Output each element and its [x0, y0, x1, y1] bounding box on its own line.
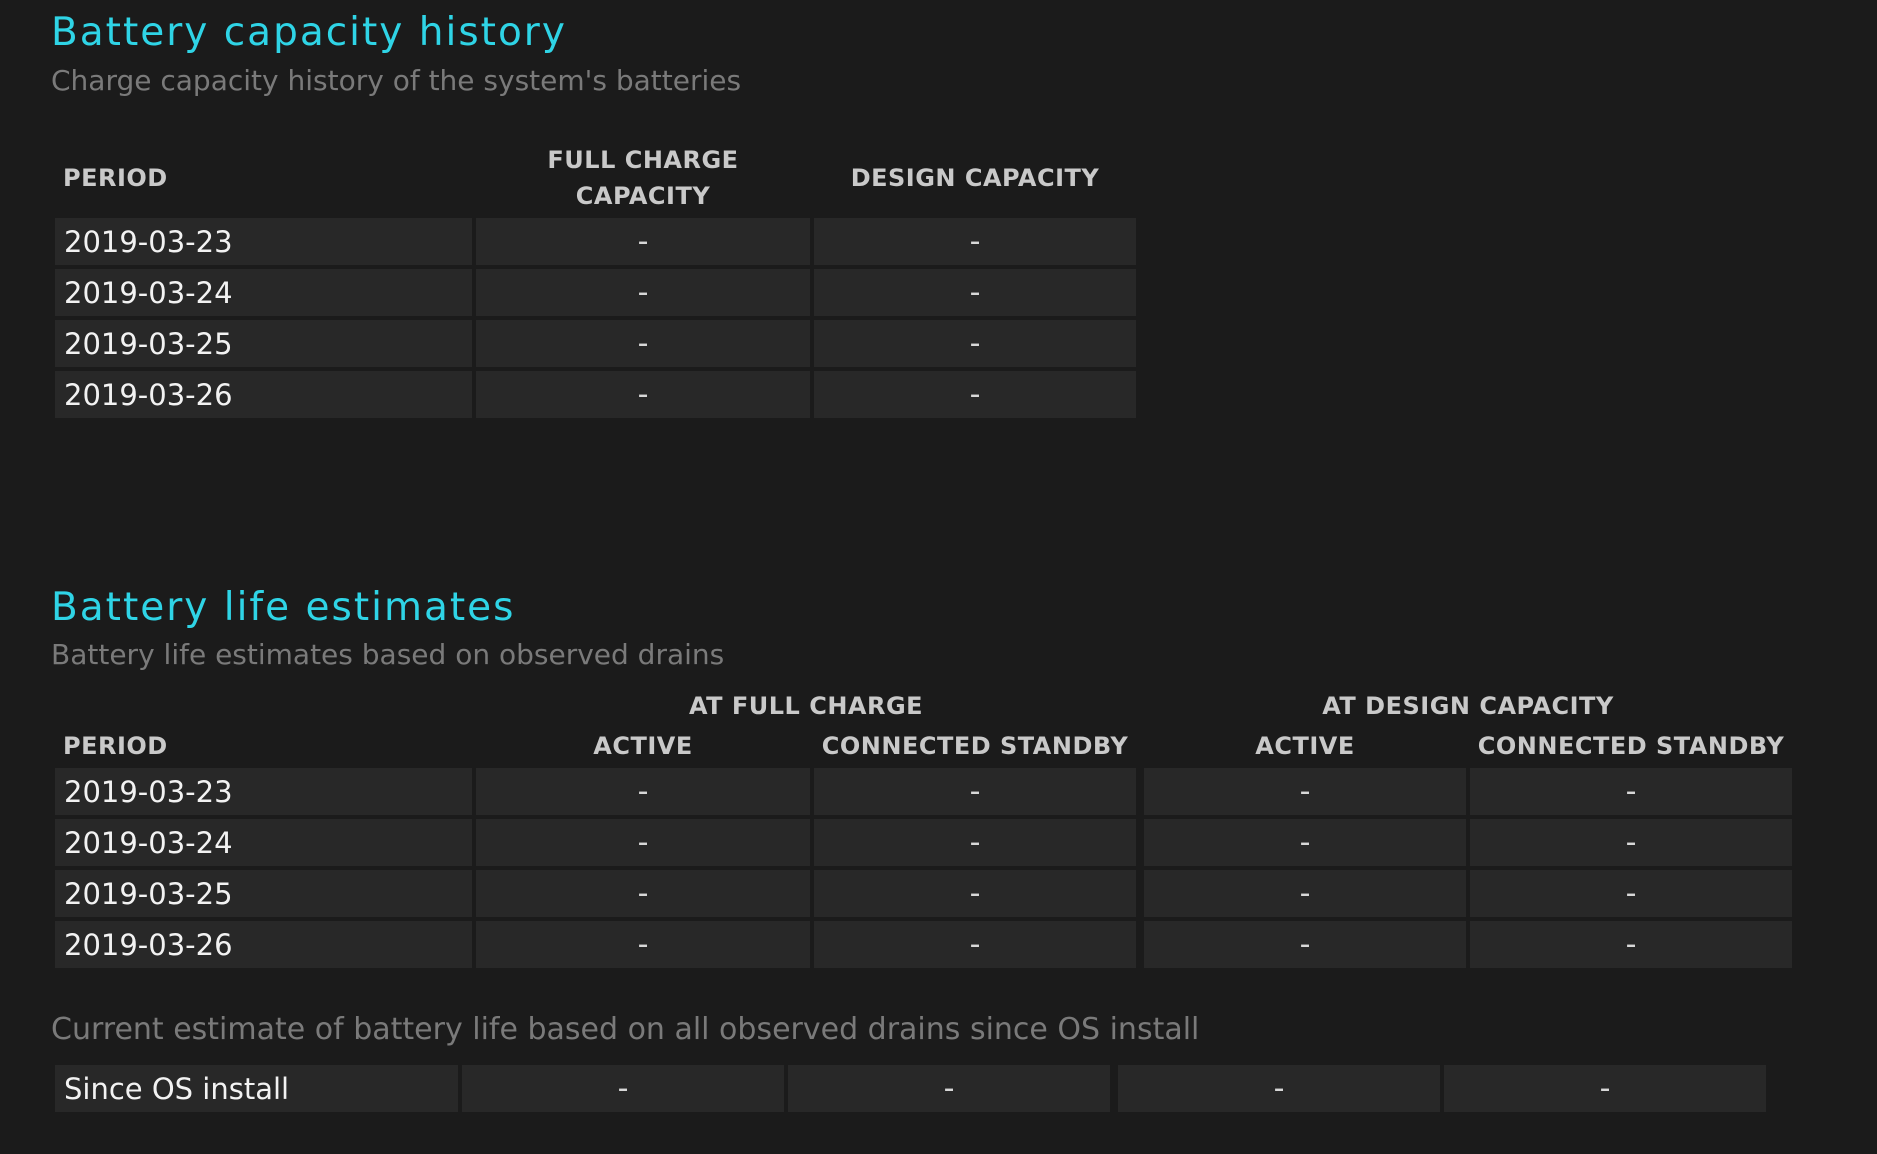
design-capacity-cell: -: [814, 218, 1136, 265]
fc-active-cell: -: [476, 768, 810, 815]
full-charge-cell: -: [476, 371, 810, 418]
battery-report-page: Battery capacity history Charge capacity…: [0, 0, 1877, 1154]
full-charge-cell: -: [476, 320, 810, 367]
table-row: Since OS install - - - -: [55, 1065, 1766, 1112]
design-capacity-cell: -: [814, 371, 1136, 418]
col-header-fc-connected-standby: CONNECTED STANDBY: [821, 732, 1129, 760]
since-install-note: Current estimate of battery life based o…: [51, 1012, 1200, 1047]
life-estimates-subtitle: Battery life estimates based on observed…: [51, 638, 725, 671]
table-row: 2019-03-26 - - - -: [55, 921, 1792, 968]
dc-active-cell: -: [1118, 1065, 1440, 1112]
capacity-history-subtitle: Charge capacity history of the system's …: [51, 64, 742, 97]
fc-standby-cell: -: [814, 819, 1136, 866]
table-row: 2019-03-24 - - - -: [55, 819, 1792, 866]
dc-standby-cell: -: [1470, 768, 1792, 815]
dc-standby-cell: -: [1444, 1065, 1766, 1112]
period-cell: 2019-03-25: [55, 320, 472, 367]
capacity-history-table: PERIOD FULL CHARGE CAPACITY DESIGN CAPAC…: [51, 138, 1140, 422]
period-cell: 2019-03-23: [55, 218, 472, 265]
col-header-dc-active: ACTIVE: [1255, 732, 1355, 760]
period-cell: 2019-03-24: [55, 269, 472, 316]
life-estimates-subtitle-wrap: Battery life estimates based on observed…: [51, 641, 724, 669]
group-header-spacer: [55, 688, 472, 724]
fc-active-cell: -: [476, 819, 810, 866]
full-charge-cell: -: [476, 218, 810, 265]
capacity-history-header: Battery capacity history: [51, 13, 567, 52]
dc-active-cell: -: [1144, 921, 1466, 968]
table-row: 2019-03-25 - -: [55, 320, 1136, 367]
fc-active-cell: -: [476, 921, 810, 968]
capacity-history-title: Battery capacity history: [51, 10, 567, 55]
since-install-table: Since OS install - - - -: [51, 1061, 1770, 1116]
capacity-history-header-row: PERIOD FULL CHARGE CAPACITY DESIGN CAPAC…: [55, 142, 1136, 214]
period-cell: 2019-03-26: [55, 921, 472, 968]
life-estimates-header: Battery life estimates: [51, 588, 515, 627]
col-header-full-charge-line1: FULL CHARGE: [547, 146, 739, 174]
fc-standby-cell: -: [814, 870, 1136, 917]
col-header-full-charge-capacity: FULL CHARGE CAPACITY: [476, 142, 810, 214]
dc-active-cell: -: [1144, 870, 1466, 917]
design-capacity-cell: -: [814, 320, 1136, 367]
fc-active-cell: -: [476, 870, 810, 917]
dc-standby-cell: -: [1470, 921, 1792, 968]
fc-standby-cell: -: [814, 921, 1136, 968]
group-header-row: AT FULL CHARGE AT DESIGN CAPACITY: [55, 688, 1792, 724]
table-row: 2019-03-26 - -: [55, 371, 1136, 418]
dc-active-cell: -: [1144, 768, 1466, 815]
period-cell: 2019-03-25: [55, 870, 472, 917]
period-cell: Since OS install: [55, 1065, 458, 1112]
table-row: 2019-03-25 - - - -: [55, 870, 1792, 917]
life-estimates-title: Battery life estimates: [51, 585, 516, 630]
group-header-design-capacity: AT DESIGN CAPACITY: [1322, 692, 1614, 720]
table-row: 2019-03-24 - -: [55, 269, 1136, 316]
dc-standby-cell: -: [1470, 870, 1792, 917]
group-header-full-charge: AT FULL CHARGE: [688, 692, 924, 720]
life-estimates-table: AT FULL CHARGE AT DESIGN CAPACITY PERIOD…: [51, 684, 1796, 972]
period-cell: 2019-03-23: [55, 768, 472, 815]
table-row: 2019-03-23 - -: [55, 218, 1136, 265]
fc-standby-cell: -: [788, 1065, 1110, 1112]
col-header-period: PERIOD: [63, 732, 168, 760]
capacity-history-subtitle-wrap: Charge capacity history of the system's …: [51, 67, 741, 95]
period-cell: 2019-03-24: [55, 819, 472, 866]
fc-standby-cell: -: [814, 768, 1136, 815]
period-cell: 2019-03-26: [55, 371, 472, 418]
table-row: 2019-03-23 - - - -: [55, 768, 1792, 815]
col-header-dc-connected-standby: CONNECTED STANDBY: [1477, 732, 1785, 760]
full-charge-cell: -: [476, 269, 810, 316]
dc-standby-cell: -: [1470, 819, 1792, 866]
col-header-full-charge-line2: CAPACITY: [575, 182, 711, 210]
col-header-fc-active: ACTIVE: [593, 732, 693, 760]
life-estimates-header-row: PERIOD ACTIVE CONNECTED STANDBY ACTIVE C…: [55, 728, 1792, 764]
dc-active-cell: -: [1144, 819, 1466, 866]
col-header-design-capacity: DESIGN CAPACITY: [850, 164, 1100, 192]
col-header-period: PERIOD: [63, 164, 168, 192]
fc-active-cell: -: [462, 1065, 784, 1112]
design-capacity-cell: -: [814, 269, 1136, 316]
